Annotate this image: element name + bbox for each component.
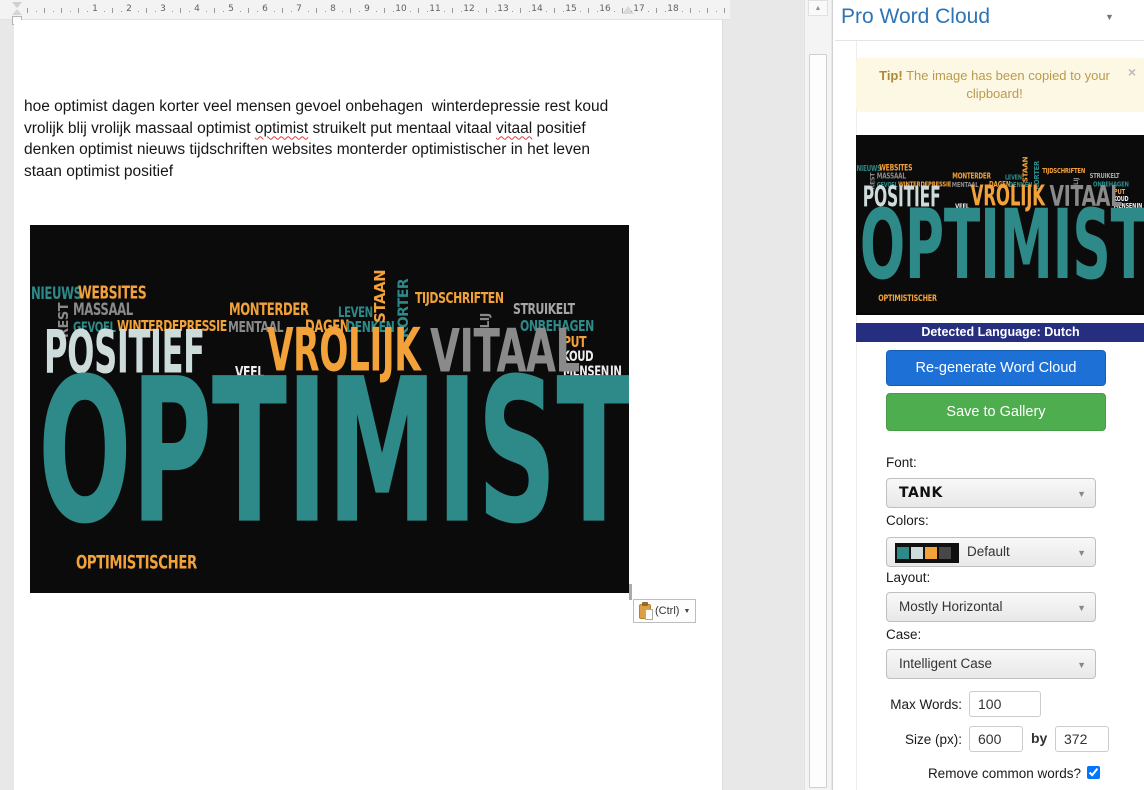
word-cloud-preview[interactable]: NIEUWS WEBSITES MASSAAL REST GEVOEL WINTERDEP…: [856, 135, 1144, 315]
cloud-word: OPTIMISTISCHER: [76, 551, 197, 574]
size-by-label: by: [1031, 730, 1048, 746]
panel-divider: [835, 40, 1144, 41]
document-page[interactable]: hoe optimist dagen korter veel mensen ge…: [14, 20, 723, 790]
close-icon[interactable]: ×: [1128, 65, 1136, 79]
chevron-down-icon: ▼: [1077, 548, 1086, 558]
hanging-indent-marker[interactable]: [12, 9, 22, 15]
cloud-word: MASSAAL: [73, 299, 133, 320]
font-select[interactable]: TANK ▼: [886, 478, 1096, 508]
layout-select-value: Mostly Horizontal: [899, 599, 1003, 614]
color-swatch: [925, 547, 937, 559]
cloud-word: TIJDSCHRIFTEN: [415, 289, 504, 308]
max-words-input[interactable]: [969, 691, 1041, 717]
font-select-value: TANK: [899, 485, 943, 501]
clipboard-icon: [639, 601, 653, 620]
chevron-down-icon: ▼: [1077, 660, 1086, 670]
cloud-word: TIJDSCHRIFTEN: [1042, 166, 1086, 175]
color-swatch-strip: [895, 543, 959, 563]
tip-message: Tip! The image has been copied to your c…: [856, 58, 1144, 112]
case-select-value: Intelligent Case: [899, 656, 993, 671]
color-swatch: [897, 547, 909, 559]
color-swatch: [911, 547, 923, 559]
panel-title: Pro Word Cloud: [841, 5, 991, 28]
first-line-indent-marker[interactable]: [12, 2, 22, 8]
document-text-line: denken optimist nieuws tijdschriften web…: [24, 141, 591, 159]
tip-text: The image has been copied to your clipbo…: [902, 68, 1110, 101]
remove-common-words-label: Remove common words?: [927, 766, 1081, 781]
save-to-gallery-button[interactable]: Save to Gallery: [886, 393, 1106, 431]
colors-select-value: Default: [967, 544, 1010, 559]
paste-options-button[interactable]: (Ctrl) ▼: [633, 599, 697, 623]
case-select[interactable]: Intelligent Case ▼: [886, 649, 1096, 679]
tip-bold-label: Tip!: [879, 68, 903, 83]
cloud-word: STAAN: [371, 269, 389, 323]
text-caret: [629, 584, 632, 600]
layout-select[interactable]: Mostly Horizontal ▼: [886, 592, 1096, 622]
color-swatch: [939, 547, 951, 559]
font-label: Font:: [886, 455, 917, 470]
layout-label: Layout:: [886, 570, 931, 585]
size-width-input[interactable]: [969, 726, 1023, 752]
scrollbar-up-arrow[interactable]: ▲: [808, 0, 828, 16]
right-indent-marker[interactable]: [622, 6, 634, 14]
horizontal-ruler[interactable]: 1 2 3 4 5 6 7 8 9 10 11 12 13 14 15 16 17 18: [0, 0, 730, 25]
scrollbar-thumb[interactable]: [809, 54, 827, 788]
panel-menu-chevron-icon[interactable]: ▼: [1105, 12, 1114, 22]
max-words-label: Max Words:: [890, 697, 962, 712]
word-cloud-image[interactable]: NIEUWS WEBSITES MASSAAL REST GEVOEL WINTERDEP…: [30, 225, 629, 593]
detected-language-bar: Detected Language: Dutch: [856, 323, 1144, 342]
cloud-word: STRUIKELT: [513, 300, 575, 319]
cloud-word: OPTIMISTISCHER: [878, 293, 937, 304]
cloud-word: STRUIKELT: [1089, 171, 1120, 181]
document-text-line: hoe optimist dagen korter veel mensen ge…: [24, 98, 609, 115]
colors-label: Colors:: [886, 513, 929, 528]
remove-common-words-checkbox[interactable]: [1087, 766, 1100, 779]
chevron-down-icon: ▼: [1077, 603, 1086, 613]
document-scrollbar[interactable]: ▲: [804, 0, 831, 790]
pro-word-cloud-panel: Pro Word Cloud ▼ Tip! The image has been…: [832, 0, 1144, 790]
chevron-down-icon: ▼: [1077, 489, 1086, 499]
colors-select[interactable]: Default ▼: [886, 537, 1096, 567]
case-label: Case:: [886, 627, 922, 642]
document-paragraph[interactable]: hoe optimist dagen korter veel mensen ge…: [24, 96, 644, 183]
size-height-input[interactable]: [1055, 726, 1109, 752]
paste-options-label: (Ctrl): [655, 605, 680, 617]
cloud-word: OPTIMIST: [38, 337, 629, 569]
regenerate-button[interactable]: Re-generate Word Cloud: [886, 350, 1106, 386]
document-text-line: staan optimist positief: [24, 163, 174, 181]
chevron-down-icon: ▼: [683, 607, 691, 615]
document-text-line: vrolijk blij vrolijk massaal optimist op…: [24, 119, 586, 137]
cloud-word: OPTIMIST: [859, 189, 1144, 302]
size-label: Size (px):: [904, 732, 962, 747]
